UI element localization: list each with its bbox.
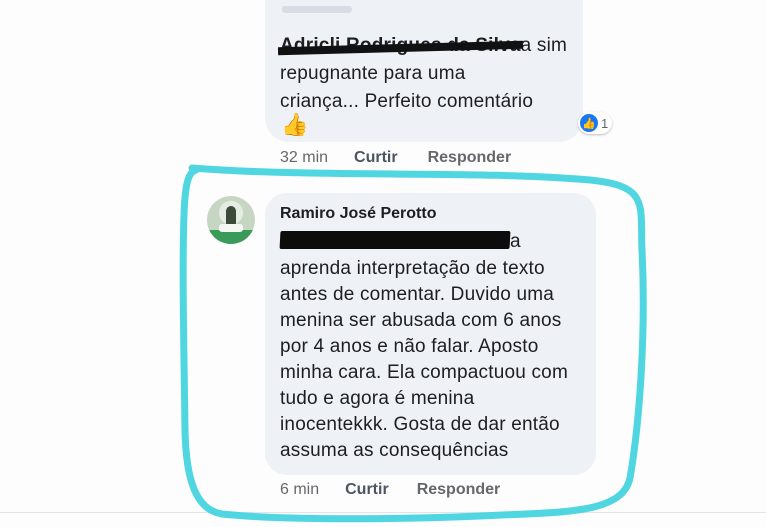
screenshot-page: Adricli Rodrigues da Silvaa sim repugnan… <box>0 0 766 527</box>
comment-line: inocentekkk. Gosta de dar então <box>280 414 560 435</box>
comment-line: criança... Perfeito comentário <box>280 91 534 112</box>
reply-button[interactable]: Responder <box>428 149 512 167</box>
comment-line: menina ser abusada com 6 anos <box>280 310 562 331</box>
comment-line: por 4 anos e não falar. Aposto <box>280 336 539 357</box>
avatar[interactable] <box>207 196 255 244</box>
comment-line-text: a sim <box>520 35 568 56</box>
divider <box>0 512 766 513</box>
like-reaction-icon: 👍 <box>580 114 598 132</box>
comment-text: Adricli Rodrigues da Silvaa sim repugnan… <box>280 32 572 116</box>
comment-line: antes de comentar. Duvido uma <box>280 284 555 305</box>
redaction-bar <box>279 231 511 249</box>
reaction-badge[interactable]: 👍 1 <box>578 112 613 134</box>
comment-line: assuma as consequências <box>280 440 509 461</box>
comment-line: minha cara. Ela compactuou com <box>280 362 568 383</box>
mention-suffix: a <box>510 231 521 252</box>
like-button[interactable]: Curtir <box>345 481 389 499</box>
redacted-top-name <box>282 6 352 13</box>
comment-text: aprenda interpretação de texto antes de … <box>280 256 585 464</box>
thumbs-up-emoji: 👍 <box>281 112 309 137</box>
comment-time[interactable]: 6 min <box>280 481 319 499</box>
comment-line: aprenda interpretação de texto <box>280 258 545 279</box>
comment-actions: 32 min Curtir Responder <box>280 149 511 167</box>
comment-actions: 6 min Curtir Responder <box>280 481 500 499</box>
comment-line: tudo e agora é menina <box>280 388 475 409</box>
comment-line: Adricli Rodrigues da Silvaa sim <box>280 32 572 60</box>
comment-author-name[interactable]: Ramiro José Perotto <box>280 205 436 223</box>
redacted-author-mention[interactable]: Adricli Rodrigues da Silva <box>280 35 521 56</box>
comment-line: repugnante para uma <box>280 63 466 84</box>
comment-time[interactable]: 32 min <box>280 149 328 167</box>
like-button[interactable]: Curtir <box>354 149 398 167</box>
redacted-mention: a <box>279 228 521 256</box>
reply-button[interactable]: Responder <box>417 481 501 499</box>
reaction-count: 1 <box>601 115 609 131</box>
